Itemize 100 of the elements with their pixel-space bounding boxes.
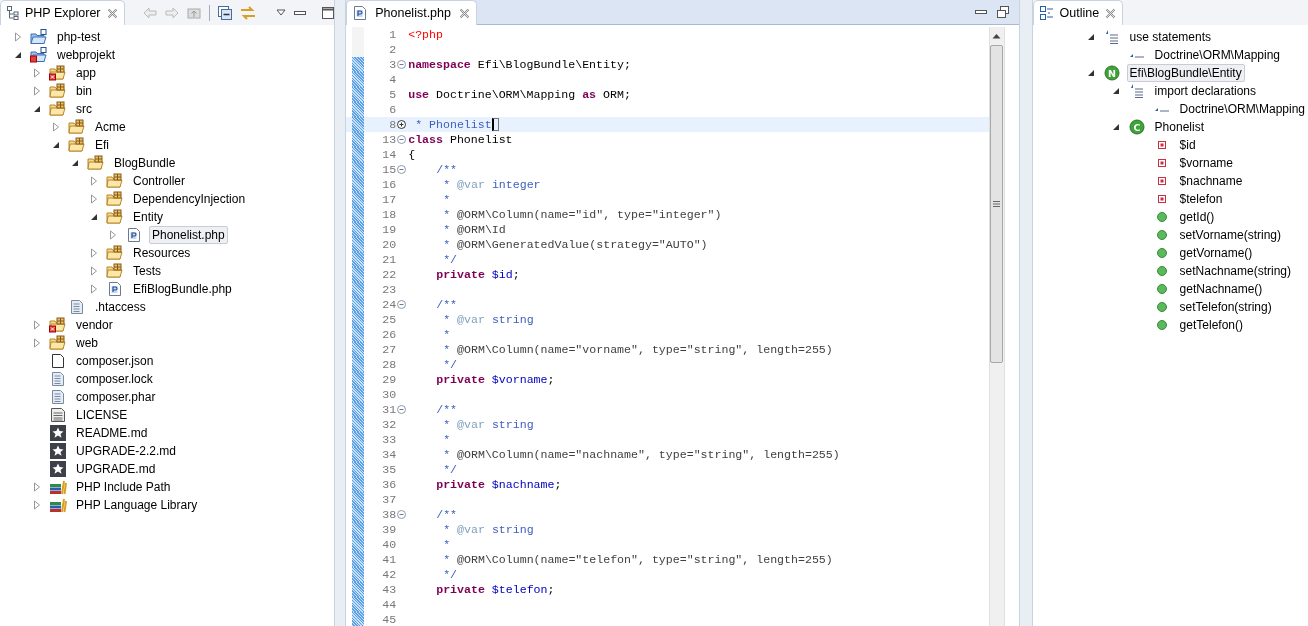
tree-item[interactable]: composer.phar [73,388,159,406]
code-line: class Phonelist [408,131,513,148]
expand-arrow-icon[interactable] [88,283,100,295]
tree-item[interactable]: .htaccess [92,298,149,316]
maximize-icon[interactable] [321,6,334,19]
line-number: 35 [381,461,397,478]
tree-item[interactable]: $vorname [1176,154,1236,172]
text-file-icon [51,371,65,387]
explorer-tab[interactable]: PHP Explorer [0,0,125,25]
line-number: 43 [381,581,397,598]
tree-item[interactable]: README.md [73,424,151,442]
line-number: 6 [388,101,397,118]
tree-item[interactable]: $telefon [1176,190,1226,208]
close-icon[interactable] [458,7,470,19]
text-file-icon [51,389,65,405]
tree-item[interactable]: Entity [130,208,166,226]
tree-item[interactable]: getVorname() [1176,244,1256,262]
expand-arrow-icon[interactable] [31,319,43,331]
view-menu-icon[interactable] [275,8,286,17]
code-line: * @ORM\Column(name="nachname", type="string", length=255) [442,446,840,463]
expand-arrow-icon[interactable] [107,229,119,241]
fold-minus-icon[interactable] [396,300,406,309]
tree-item[interactable]: getNachname() [1176,280,1266,298]
code-line: * [442,326,451,343]
expand-arrow-icon[interactable] [31,337,43,349]
fold-minus-icon[interactable] [396,165,406,174]
outline-tab[interactable]: Outline [1032,0,1124,25]
restore-icon[interactable] [996,5,1009,18]
expand-arrow-icon[interactable] [50,121,62,133]
tree-item[interactable]: PHP Include Path [73,478,174,496]
tree-item[interactable]: app [73,64,100,82]
tree-item[interactable]: $nachname [1176,172,1246,190]
tree-item[interactable]: composer.json [73,352,157,370]
tree-item[interactable]: EfiBlogBundle.php [130,280,235,298]
tree-item[interactable]: php-test [54,28,104,46]
close-icon[interactable] [106,7,118,19]
public-method-icon [1156,212,1167,222]
scroll-up-arrow-icon[interactable] [992,33,1002,39]
tree-item[interactable]: Doctrine\ORM\Mapping [1151,46,1283,64]
line-number: 20 [381,236,397,253]
line-number: 26 [381,326,397,343]
tree-item[interactable]: Tests [130,262,164,280]
package-folder-error-icon [49,317,67,333]
tree-item[interactable]: UPGRADE.md [73,460,159,478]
tree-item[interactable]: import declarations [1151,82,1259,100]
tree-item[interactable]: use statements [1126,28,1214,46]
code-line: */ [442,461,458,478]
fold-plus-icon[interactable] [396,120,406,129]
fold-minus-icon[interactable] [396,510,406,519]
folded-text-marker[interactable] [491,118,499,131]
tree-item[interactable]: web [73,334,101,352]
line-number: 5 [388,86,397,103]
expand-arrow-icon[interactable] [88,247,100,259]
fold-minus-icon[interactable] [396,135,406,144]
tree-item[interactable]: DependencyInjection [130,190,249,208]
tree-item[interactable]: webprojekt [54,46,119,64]
tree-item[interactable]: UPGRADE-2.2.md [73,442,180,460]
tree-item[interactable]: vendor [73,316,116,334]
code-line: */ [442,356,458,373]
vertical-scrollbar[interactable] [988,27,1005,626]
public-method-icon [1156,302,1167,312]
expand-arrow-icon[interactable] [31,85,43,97]
tree-item[interactable]: Controller [130,172,189,190]
tree-item[interactable]: PHP Language Library [73,496,201,514]
tree-item[interactable]: getTelefon() [1176,316,1246,334]
tree-item[interactable]: Efi [92,136,112,154]
fold-minus-icon[interactable] [396,405,406,414]
tree-item[interactable]: Efi\BlogBundle\Entity [1126,64,1245,82]
tree-item[interactable]: setVorname(string) [1176,226,1284,244]
expand-arrow-icon[interactable] [31,481,43,493]
scrollbar-thumb[interactable] [990,45,1004,363]
tree-item[interactable]: setTelefon(string) [1176,298,1275,316]
line-number: 34 [381,446,397,463]
tree-item[interactable]: Phonelist [1151,118,1207,136]
tree-item[interactable]: $id [1176,136,1199,154]
expand-arrow-icon[interactable] [31,499,43,511]
package-folder-icon [68,137,86,153]
tree-item[interactable]: Phonelist.php [149,226,228,244]
tree-item[interactable]: composer.lock [73,370,156,388]
line-number: 19 [381,221,397,238]
tree-item[interactable]: bin [73,82,95,100]
tree-item[interactable]: Resources [130,244,194,262]
line-number: 29 [381,371,397,388]
expand-arrow-icon[interactable] [88,193,100,205]
close-icon[interactable] [1105,7,1117,19]
expand-arrow-icon[interactable] [88,175,100,187]
expand-arrow-icon[interactable] [88,265,100,277]
tab-title: Outline [1059,4,1100,22]
expand-arrow-icon[interactable] [31,67,43,79]
expand-arrow-icon[interactable] [12,31,24,43]
tree-item[interactable]: Doctrine\ORM\Mapping [1176,100,1308,118]
tree-item[interactable]: Acme [92,118,129,136]
tree-item[interactable]: setNachname(string) [1176,262,1294,280]
collapse-all-icon[interactable] [217,5,232,20]
tree-item[interactable]: LICENSE [73,406,131,424]
tree-item[interactable]: BlogBundle [111,154,179,172]
tree-item[interactable]: src [73,100,95,118]
editor-tab[interactable]: Phonelist.php [346,0,477,25]
fold-minus-icon[interactable] [396,60,406,69]
tree-item[interactable]: getId() [1176,208,1218,226]
